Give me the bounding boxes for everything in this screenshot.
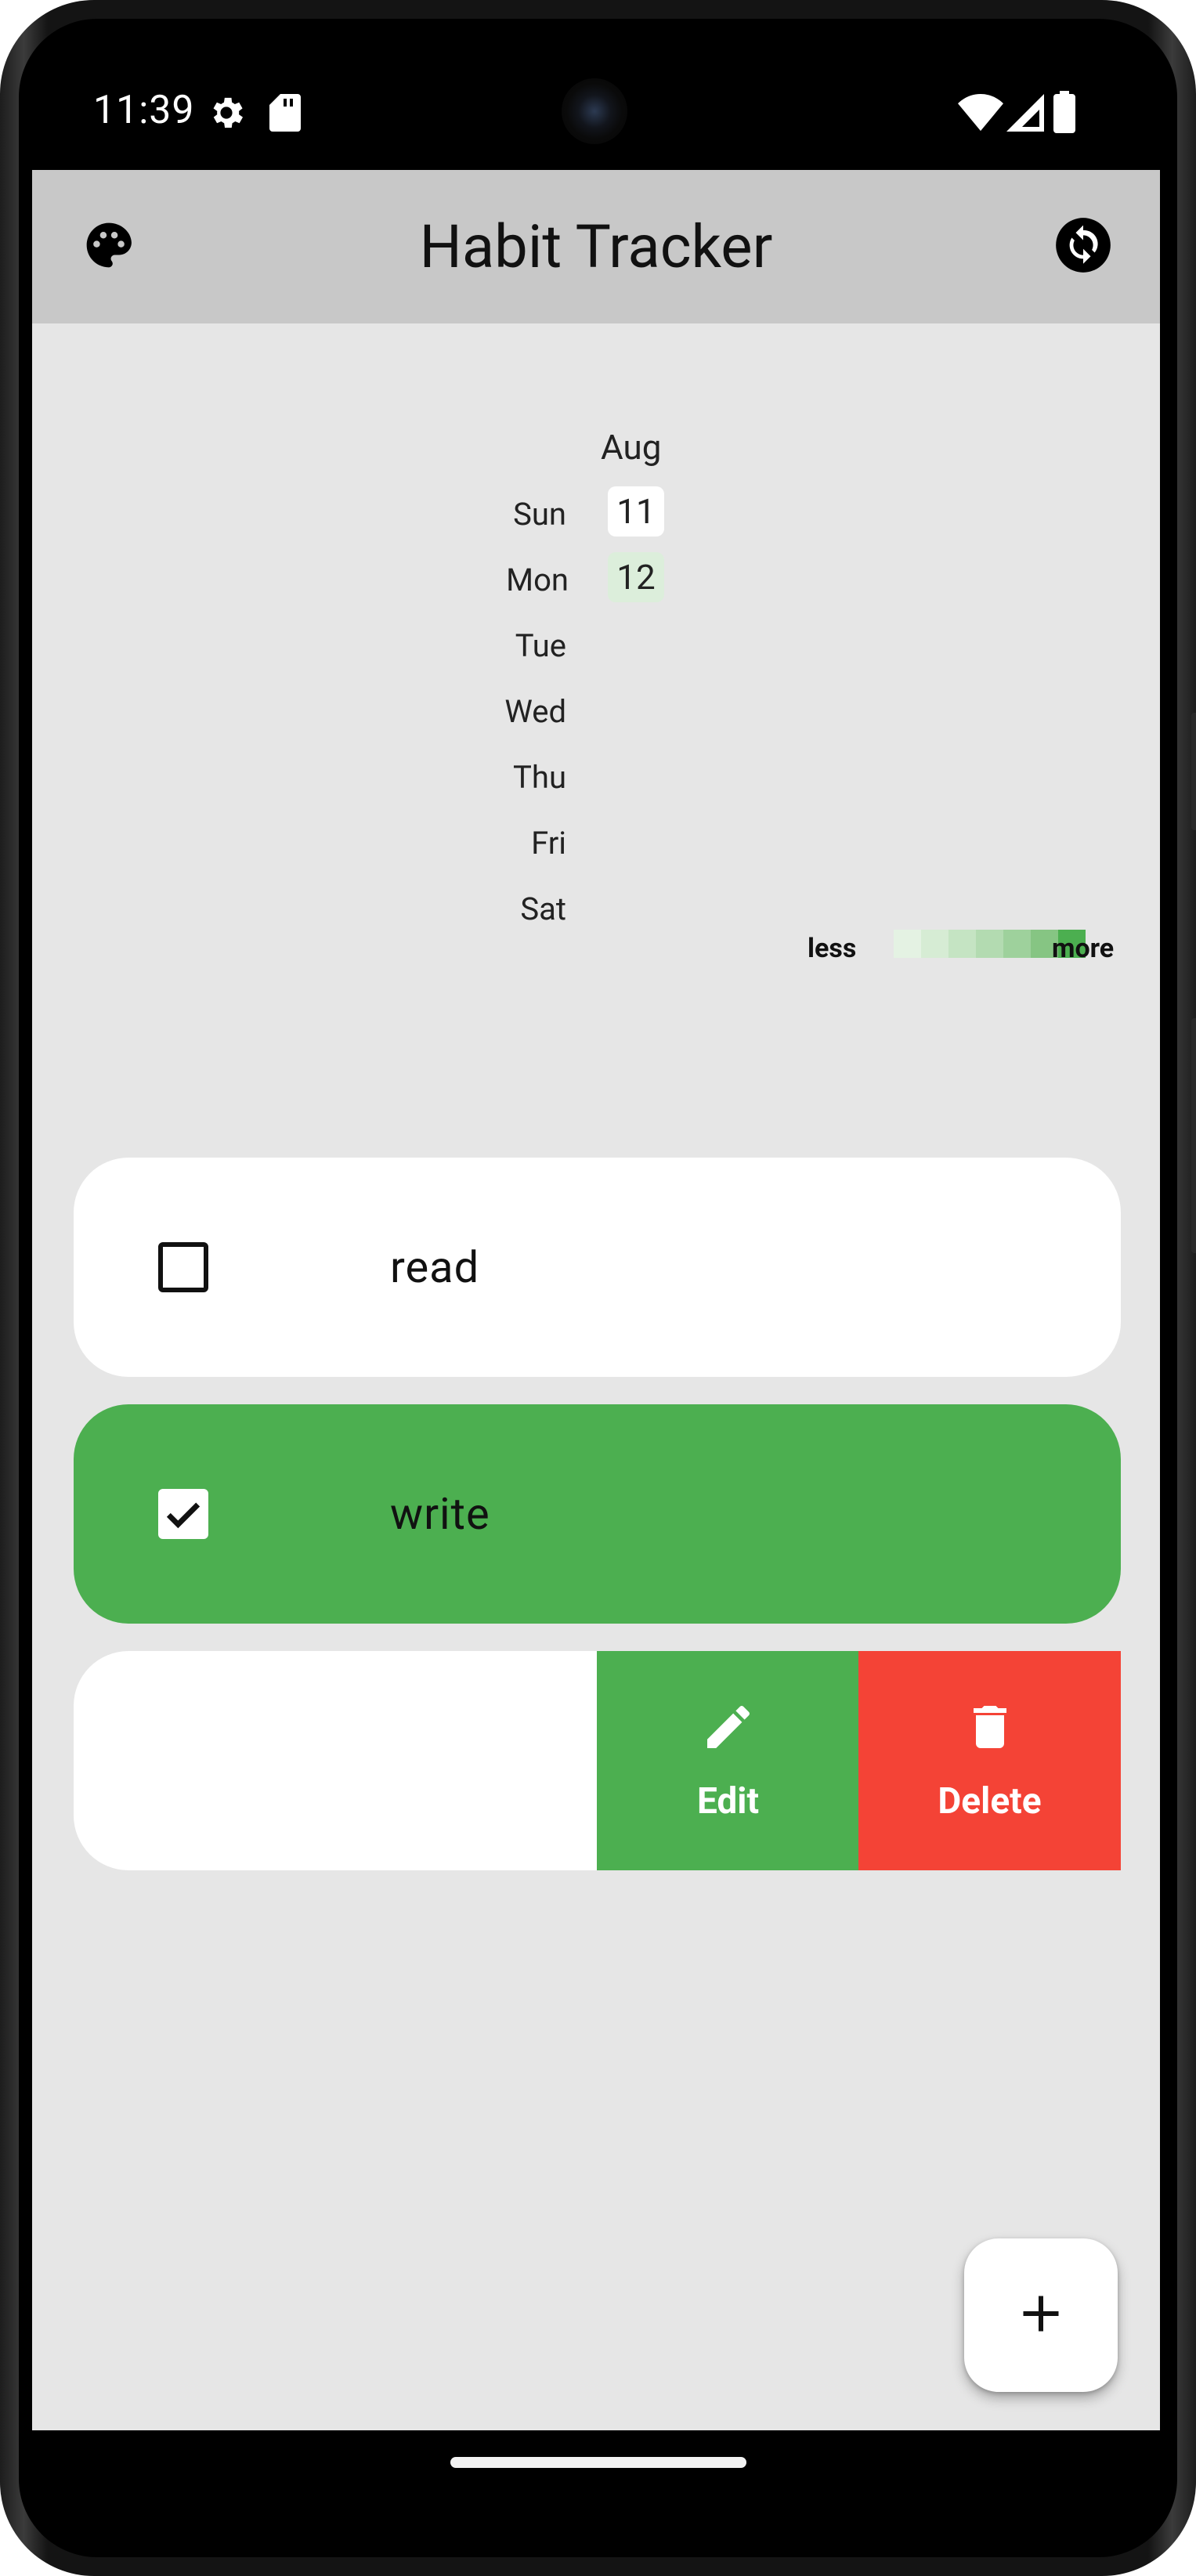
app-body: Aug Sun Mon Tue Wed Thu Fri Sat 11 12 le… (32, 323, 1160, 2430)
delete-action-button[interactable]: Delete (858, 1651, 1121, 1870)
volume-button (1191, 1018, 1196, 1253)
checkmark-icon (158, 1502, 208, 1542)
app-title: Habit Tracker (419, 211, 773, 282)
power-button (1191, 713, 1196, 830)
month-label: Aug (601, 427, 662, 468)
status-bar: 11:39 (32, 55, 1160, 170)
legend-swatch (894, 930, 921, 958)
habit-card-write[interactable]: write (74, 1404, 1121, 1624)
trash-icon (962, 1699, 1018, 1780)
day-label: Sun (513, 496, 566, 533)
plus-icon (1017, 2290, 1064, 2340)
wifi-icon (958, 92, 1003, 135)
legend-swatch (948, 930, 976, 958)
battery-icon (1053, 91, 1075, 136)
status-time: 11:39 (93, 88, 195, 133)
habit-checkbox-checked[interactable] (158, 1489, 208, 1539)
screen: 11:39 Habit Tracker Aug Sun Mon Tue Wed … (32, 55, 1160, 2498)
edit-action-button[interactable]: Edit (597, 1651, 859, 1870)
sd-card-icon (269, 94, 301, 135)
sync-icon (1053, 215, 1113, 278)
settings-gear-icon (206, 92, 247, 136)
day-label: Tue (515, 627, 566, 664)
palette-icon (82, 219, 135, 275)
phone-frame: 11:39 Habit Tracker Aug Sun Mon Tue Wed … (0, 0, 1196, 2576)
add-habit-button[interactable] (964, 2238, 1118, 2392)
habit-checkbox[interactable] (158, 1242, 208, 1292)
legend-swatch (1003, 930, 1031, 958)
day-label: Sat (520, 891, 566, 927)
day-label: Fri (531, 825, 566, 862)
sync-button[interactable] (1044, 208, 1122, 286)
day-label: Mon (506, 562, 569, 598)
habit-name: write (390, 1488, 490, 1540)
app-bar: Habit Tracker (32, 170, 1160, 323)
day-label: Wed (504, 693, 566, 730)
gesture-handle[interactable] (450, 2457, 746, 2468)
delete-label: Delete (938, 1780, 1042, 1823)
pencil-icon (700, 1699, 757, 1780)
front-camera (562, 78, 627, 144)
legend-swatch (921, 930, 948, 958)
heatmap-cell[interactable]: 11 (608, 486, 664, 537)
heatmap-cell[interactable]: 12 (608, 552, 664, 602)
legend-less-label: less (808, 933, 857, 964)
edit-label: Edit (696, 1780, 760, 1823)
legend-more-label: more (1052, 933, 1115, 964)
palette-button[interactable] (70, 208, 148, 286)
legend-swatch (976, 930, 1003, 958)
habit-card-read[interactable]: read (74, 1158, 1121, 1377)
cell-signal-icon (1006, 94, 1044, 135)
day-label: Thu (513, 759, 566, 796)
habit-name: read (390, 1241, 480, 1293)
habit-card-swiped[interactable]: Edit Delete (74, 1651, 1121, 1870)
navigation-bar (32, 2430, 1160, 2498)
